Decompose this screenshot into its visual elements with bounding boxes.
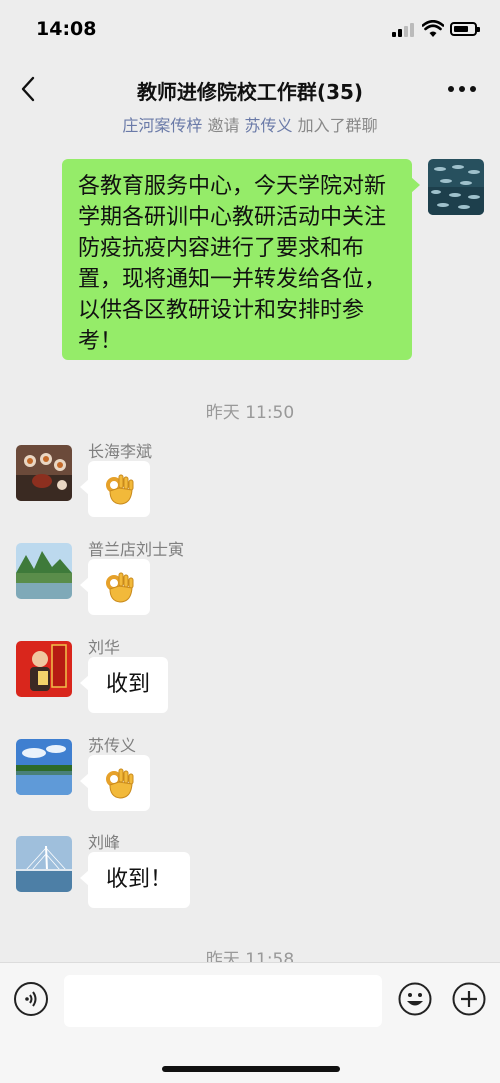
self-message-text: 各教育服务中心，今天学院对新学期各研训中心教研活动中关注防疫抗疫内容进行了要求和… xyxy=(78,174,387,354)
sender-name: 苏传义 xyxy=(88,736,137,755)
text-bubble[interactable]: 收到！ xyxy=(80,852,191,908)
inviter-name[interactable]: 庄河案传梓 xyxy=(122,116,202,135)
message-text: 收到！ xyxy=(106,867,173,892)
message-input[interactable] xyxy=(64,975,382,1027)
wifi-icon xyxy=(422,20,444,37)
tea-avatar-image xyxy=(16,445,72,501)
sender-name: 刘华 xyxy=(88,638,121,657)
system-message: 庄河案传梓 邀请 苏传义 加入了群聊 xyxy=(0,112,500,136)
lake-avatar-image xyxy=(16,739,72,795)
plus-icon[interactable] xyxy=(452,982,486,1016)
sender-name: 刘峰 xyxy=(88,833,121,852)
battery-icon xyxy=(450,22,480,36)
join-text: 加入了群聊 xyxy=(297,116,378,135)
emoji-bubble[interactable] xyxy=(80,755,150,811)
emoji-bubble[interactable] xyxy=(80,461,150,517)
avatar[interactable] xyxy=(16,445,72,501)
invite-verb: 邀请 xyxy=(207,116,240,135)
emoji-bubble[interactable] xyxy=(80,559,150,615)
self-message-bubble[interactable]: 各教育服务中心，今天学院对新学期各研训中心教研活动中关注防疫抗疫内容进行了要求和… xyxy=(62,159,420,360)
cellular-signal-icon xyxy=(392,23,416,37)
ok-hand-icon xyxy=(106,572,134,603)
avatar[interactable] xyxy=(16,641,72,697)
bridge-avatar-image xyxy=(16,836,72,892)
nav-bar: 教师进修院校工作群(35) xyxy=(0,58,500,118)
text-bubble[interactable]: 收到 xyxy=(80,657,169,713)
input-bar xyxy=(0,962,500,1083)
child-avatar-image xyxy=(16,641,72,697)
emoji-icon[interactable] xyxy=(398,982,432,1016)
avatar[interactable] xyxy=(16,739,72,795)
ok-hand-icon xyxy=(106,768,134,799)
invitee-name[interactable]: 苏传义 xyxy=(245,116,293,135)
self-avatar[interactable] xyxy=(428,159,484,215)
timestamp: 昨天 11:50 xyxy=(205,403,295,423)
sender-name: 长海李斌 xyxy=(88,442,153,461)
voice-input-icon[interactable] xyxy=(14,982,48,1016)
status-bar: 14:08 xyxy=(0,0,500,58)
status-time: 14:08 xyxy=(36,18,97,40)
home-indicator xyxy=(162,1066,340,1072)
fish-avatar-image xyxy=(428,159,484,215)
landscape-avatar-image xyxy=(16,543,72,599)
message-text: 收到 xyxy=(106,672,151,697)
avatar[interactable] xyxy=(16,836,72,892)
sender-name: 普兰店刘士寅 xyxy=(88,540,185,559)
more-icon[interactable] xyxy=(448,86,478,94)
avatar[interactable] xyxy=(16,543,72,599)
chat-title: 教师进修院校工作群(35) xyxy=(136,80,364,104)
ok-hand-icon xyxy=(106,474,134,505)
